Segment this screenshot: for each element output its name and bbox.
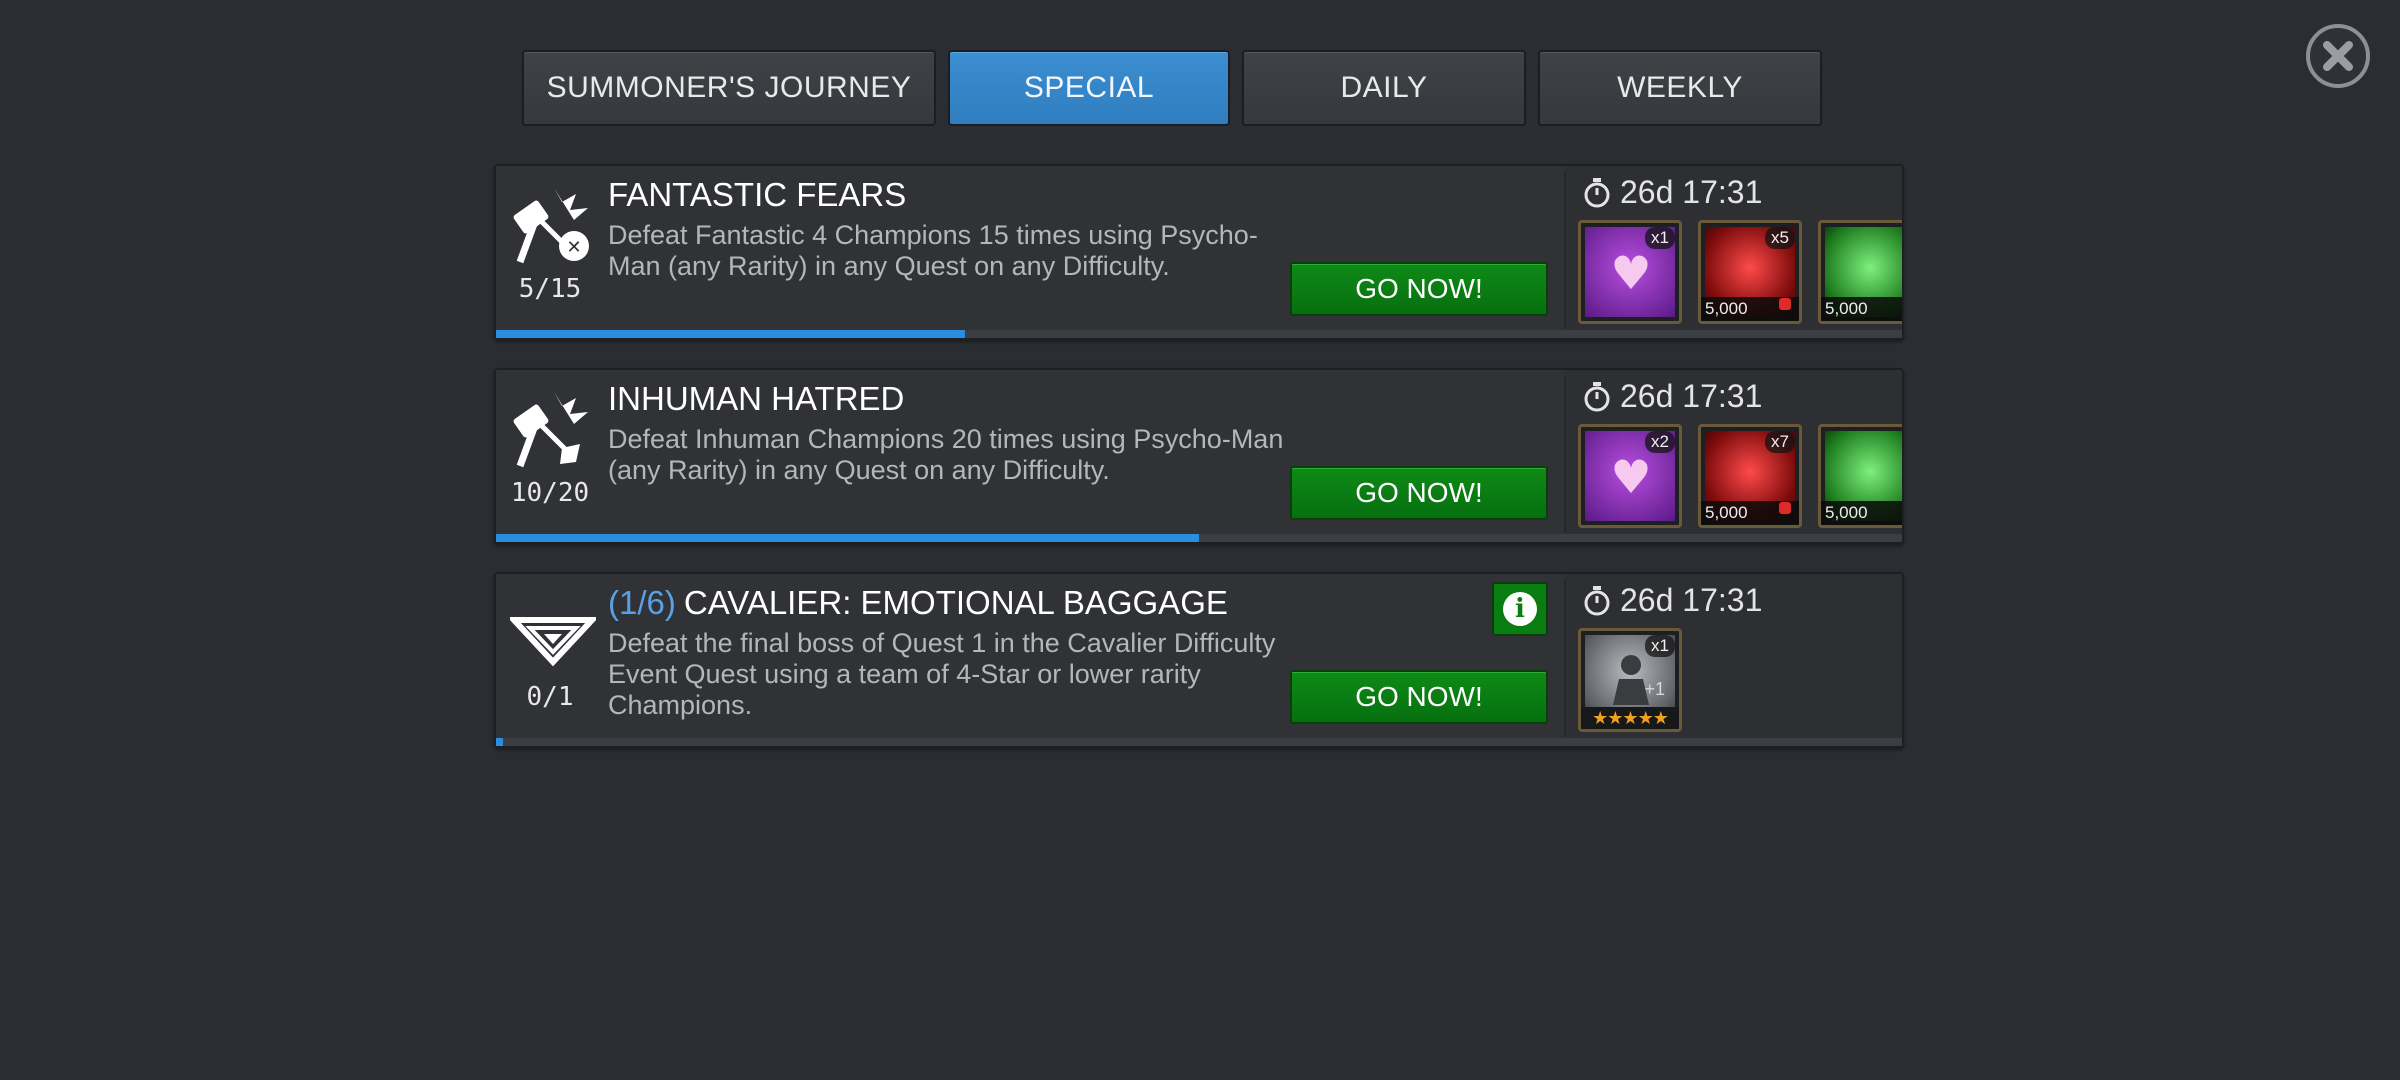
hammer-crossed-icon [510,388,590,468]
info-icon: i [1503,592,1537,626]
reward-item[interactable]: x5 5,000 [1698,220,1802,324]
quest-title: (1/6) CAVALIER: EMOTIONAL BAGGAGE [608,584,1228,622]
go-now-button[interactable]: GO NOW! [1290,670,1548,724]
quest-title-text: CAVALIER: EMOTIONAL BAGGAGE [683,584,1228,621]
red-fist-icon [1777,498,1793,523]
quest-step: (1/6) [608,584,676,621]
progress-bar-fill [496,330,965,338]
progress-bar [496,738,1902,746]
timer: 26d 17:31 [1582,378,1762,415]
star-rating: ★★★★★ [1581,707,1679,729]
quest-card: ✕ 5/15 FANTASTIC FEARS Defeat Fantastic … [494,164,1904,340]
quest-description: Defeat Fantastic 4 Champions 15 times us… [608,220,1258,281]
hammer-crossed-icon: ✕ [510,184,590,264]
info-button[interactable]: i [1492,582,1548,636]
tab-special[interactable]: SPECIAL [948,50,1230,126]
quest-description: Defeat the final boss of Quest 1 in the … [608,628,1276,720]
reward-item[interactable]: 5,000 [1818,424,1902,528]
reward-quantity: x1 [1645,635,1675,657]
progress-bar-fill [496,738,504,746]
svg-text:♥: ♥ [1610,450,1651,504]
progress-count: 0/1 [526,682,574,712]
reward-item[interactable]: ♥ x1 [1578,220,1682,324]
timer-text: 26d 17:31 [1620,582,1763,618]
reward-quantity: x1 [1645,227,1675,249]
tab-weekly[interactable]: WEEKLY [1538,50,1822,126]
progress-count: 5/15 [518,274,582,304]
reward-item[interactable]: ♥ x2 [1578,424,1682,528]
tab-daily[interactable]: DAILY [1242,50,1526,126]
progress-bar [496,534,1902,542]
quest-description: Defeat Inhuman Champions 20 times using … [608,424,1284,485]
rewards-panel: 26d 17:31 ♥ x2 x7 5,000 5,000 [1566,370,1902,542]
reward-quantity: x2 [1645,431,1675,453]
rewards-panel: 26d 17:31 ♥ x1 x5 5,000 5,000 [1566,166,1902,338]
reward-item[interactable]: x1 +1 ★★★★★ [1578,628,1682,732]
red-fist-icon [1777,294,1793,319]
stopwatch-icon [1584,177,1610,207]
timer: 26d 17:31 [1582,582,1762,619]
stopwatch-icon [1584,585,1610,615]
reward-amount: 5,000 [1821,297,1902,321]
close-button[interactable] [2306,24,2370,88]
reward-item[interactable]: 5,000 [1818,220,1902,324]
timer-text: 26d 17:31 [1620,174,1763,210]
quest-card: 0/1 (1/6) CAVALIER: EMOTIONAL BAGGAGE Def… [494,572,1904,748]
timer: 26d 17:31 [1582,174,1762,211]
cavalier-chevron-icon [507,592,599,672]
reward-bonus: +1 [1644,679,1665,699]
quest-title: FANTASTIC FEARS [608,176,907,213]
progress-count: 10/20 [510,478,590,508]
reward-amount: 5,000 [1821,501,1902,525]
tab-summoners-journey[interactable]: SUMMONER'S JOURNEY [522,50,936,126]
go-now-button[interactable]: GO NOW! [1290,262,1548,316]
rewards-panel: 26d 17:31 x1 +1 ★★★★★ [1566,574,1902,746]
svg-text:✕: ✕ [566,237,581,258]
reward-item[interactable]: x7 5,000 [1698,424,1802,528]
quest-card: 10/20 INHUMAN HATRED Defeat Inhuman Cham… [494,368,1904,544]
timer-text: 26d 17:31 [1620,378,1763,414]
stopwatch-icon [1584,381,1610,411]
svg-text:♥: ♥ [1610,246,1651,300]
reward-quantity: x7 [1765,431,1795,453]
quest-title: INHUMAN HATRED [608,380,905,417]
reward-quantity: x5 [1765,227,1795,249]
go-now-button[interactable]: GO NOW! [1290,466,1548,520]
progress-bar [496,330,1902,338]
close-icon [2323,41,2353,71]
progress-bar-fill [496,534,1199,542]
